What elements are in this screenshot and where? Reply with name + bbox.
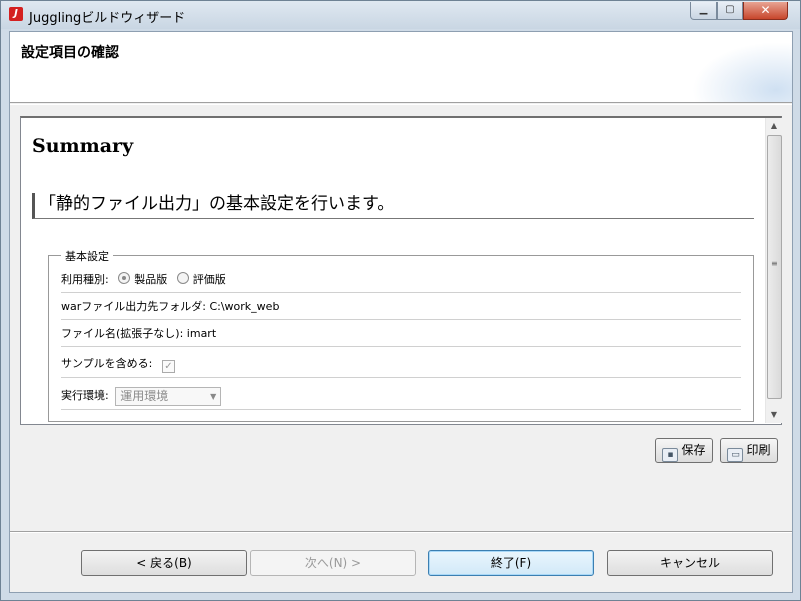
summary-title: Summary	[32, 135, 134, 157]
close-button[interactable]: ✕	[743, 2, 788, 20]
environment-row: 実行環境: 運用環境 ▼	[61, 379, 741, 410]
usage-type-label: 利用種別:	[61, 273, 109, 286]
summary-panel[interactable]: Summary 「静的ファイル出力」の基本設定を行います。 基本設定 利用種別:…	[20, 116, 782, 425]
environment-label: 実行環境:	[61, 389, 109, 402]
include-sample-label: サンプルを含める:	[61, 357, 153, 370]
print-button[interactable]: ▭ 印刷	[720, 438, 778, 463]
dropdown-arrow-icon: ▼	[210, 391, 217, 401]
include-sample-row: サンプルを含める: ✓	[61, 347, 741, 378]
file-name-value: imart	[186, 327, 217, 340]
page-title: 設定項目の確認	[21, 45, 119, 61]
save-button[interactable]: ▪ 保存	[655, 438, 713, 463]
juggling-app-icon: J	[9, 7, 23, 21]
vertical-scrollbar[interactable]: ▲ ≡ ▼	[765, 118, 782, 423]
footer-divider-highlight	[10, 532, 792, 533]
grip-icon: ≡	[771, 259, 778, 268]
file-name-row: ファイル名(拡張子なし): imart	[61, 320, 741, 347]
wizard-window: J Jugglingビルドウィザード ▁ ▢ ✕ 設定項目の確認 Summary…	[0, 0, 801, 601]
check-icon: ✓	[164, 361, 173, 372]
finish-button[interactable]: 終了(F)	[428, 550, 594, 576]
save-button-label: 保存	[681, 443, 706, 457]
scroll-up-arrow-icon[interactable]: ▲	[766, 118, 782, 134]
include-sample-checkbox[interactable]: ✓	[161, 360, 175, 373]
war-folder-row: warファイル出力先フォルダ: C:\work_web	[61, 293, 741, 320]
next-button[interactable]: 次へ(N) >	[250, 550, 416, 576]
radio-product-version[interactable]	[118, 272, 131, 284]
save-icon: ▪	[662, 448, 679, 462]
group-label: 基本設定	[61, 248, 113, 264]
window-title: Jugglingビルドウィザード	[29, 11, 186, 26]
title-bar[interactable]: J Jugglingビルドウィザード ▁ ▢ ✕	[1, 1, 800, 29]
maximize-icon: ▢	[725, 4, 735, 15]
environment-value: 運用環境	[120, 388, 169, 403]
usage-type-row: 利用種別: 製品版 評価版	[61, 266, 741, 293]
print-button-label: 印刷	[746, 443, 771, 457]
environment-select[interactable]: 運用環境 ▼	[115, 386, 222, 406]
cancel-button[interactable]: キャンセル	[607, 550, 773, 576]
war-folder-value: C:\work_web	[209, 300, 280, 313]
close-icon: ✕	[760, 3, 771, 17]
radio-trial-version[interactable]	[176, 272, 189, 284]
basic-settings-group: 基本設定 利用種別: 製品版 評価版 warファイル出力先フォルダ: C:\wo…	[48, 248, 754, 422]
file-name-label: ファイル名(拡張子なし):	[61, 327, 184, 340]
wizard-header: 設定項目の確認	[10, 32, 792, 103]
back-button[interactable]: < 戻る(B)	[81, 550, 247, 576]
war-folder-label: warファイル出力先フォルダ:	[61, 300, 206, 313]
radio-product-label: 製品版	[134, 273, 168, 286]
section-heading: 「静的ファイル出力」の基本設定を行います。	[32, 193, 754, 219]
maximize-button[interactable]: ▢	[717, 2, 743, 20]
scroll-thumb[interactable]: ≡	[767, 135, 782, 399]
minimize-button[interactable]: ▁	[690, 2, 717, 20]
scroll-down-arrow-icon[interactable]: ▼	[766, 407, 782, 423]
header-divider	[10, 104, 792, 105]
wizard-client-area: 設定項目の確認 Summary 「静的ファイル出力」の基本設定を行います。 基本…	[9, 31, 793, 593]
print-icon: ▭	[727, 448, 744, 462]
minimize-icon: ▁	[699, 4, 708, 15]
radio-trial-label: 評価版	[192, 273, 226, 286]
